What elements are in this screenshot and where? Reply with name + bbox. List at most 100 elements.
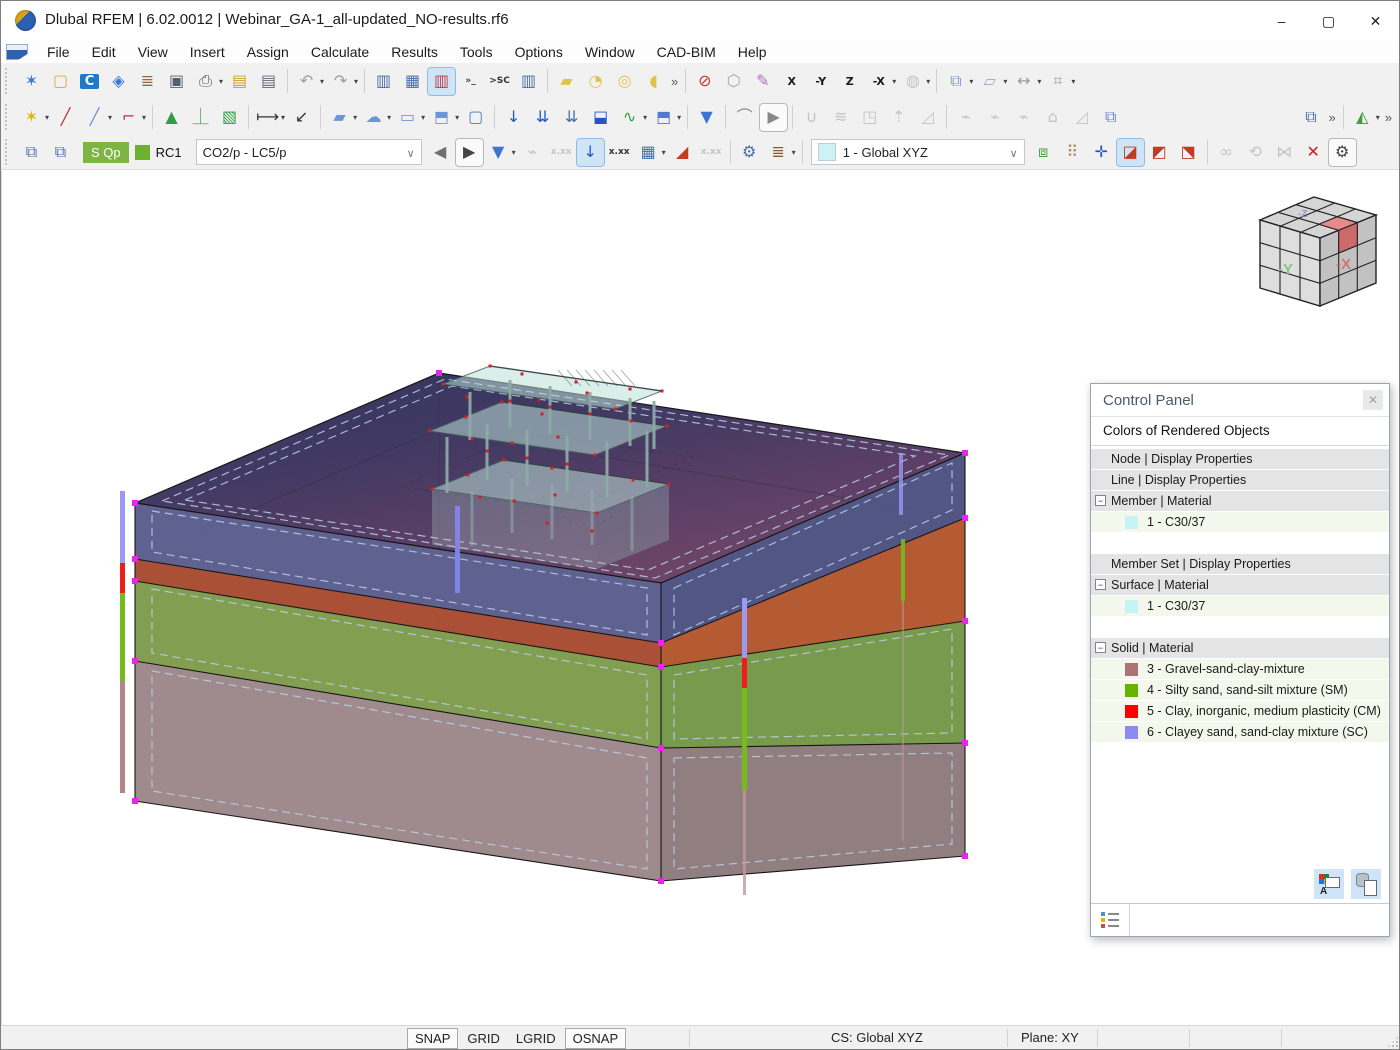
redo-icon[interactable]: ↷ <box>327 68 354 95</box>
minimize-button[interactable]: – <box>1258 1 1305 41</box>
load-case-select[interactable]: CO2/p - LC5/p <box>196 139 422 165</box>
open-file-icon[interactable]: ▢ <box>47 68 74 95</box>
workplane-xy-icon[interactable]: ◪ <box>1117 139 1144 166</box>
select-polygon-icon[interactable]: ▰ <box>553 68 580 95</box>
print-icon[interactable]: ⎙ <box>192 68 219 95</box>
menu-item-assign[interactable]: Assign <box>236 44 300 60</box>
show-loads-icon[interactable]: ↓ <box>577 139 604 166</box>
navigation-cube[interactable]: -Y-X-Z <box>1260 197 1376 306</box>
model-library-icon[interactable]: ◈ <box>105 68 132 95</box>
panel-material-row[interactable]: 6 - Clayey sand, sand-clay mixture (SC) <box>1091 722 1389 742</box>
table-grid-icon[interactable]: ▦ <box>399 68 426 95</box>
new-nurbs-surface-icon[interactable]: ☁ <box>360 104 387 131</box>
toolbar-overflow[interactable]: » <box>1326 110 1339 125</box>
menu-item-insert[interactable]: Insert <box>179 44 236 60</box>
resize-grip[interactable] <box>1388 1037 1398 1047</box>
menu-item-view[interactable]: View <box>127 44 179 60</box>
new-model-icon[interactable]: ✶ <box>18 68 45 95</box>
undo-icon[interactable]: ↶ <box>293 68 320 95</box>
dropdown-arrow[interactable]: ▾ <box>1376 113 1380 122</box>
show-result-values-icon[interactable]: x.xx <box>606 139 633 166</box>
results-diagram-icon[interactable]: ∪ <box>798 104 825 131</box>
animation-icon[interactable]: ▶ <box>760 104 787 131</box>
dropdown-arrow[interactable]: ▾ <box>892 77 896 86</box>
dropdown-arrow[interactable]: ▾ <box>387 113 391 122</box>
dropdown-arrow[interactable]: ▾ <box>792 148 796 157</box>
status-toggle-snap[interactable]: SNAP <box>407 1028 458 1049</box>
work-plane-icon[interactable]: ▱ <box>976 68 1003 95</box>
new-result-window-icon[interactable]: ⧉ <box>1097 104 1124 131</box>
panel-category-row[interactable]: −Member | Material <box>1091 491 1389 511</box>
tile-windows-icon[interactable]: ⧉ <box>47 139 74 166</box>
new-line-support-icon[interactable]: ⏊ <box>187 104 214 131</box>
save-icon[interactable]: ▣ <box>163 68 190 95</box>
collapse-icon[interactable]: − <box>1095 495 1106 506</box>
new-solid-icon[interactable]: ⬒ <box>428 104 455 131</box>
select-circle-icon[interactable]: ◔ <box>582 68 609 95</box>
rotate-view-icon[interactable]: ⟲ <box>1242 139 1269 166</box>
units-settings-icon[interactable]: ≣ <box>765 139 792 166</box>
status-toggle-lgrid[interactable]: LGRID <box>509 1029 563 1048</box>
show-load-values-icon[interactable]: x.xx <box>548 139 575 166</box>
new-solid-load-icon[interactable]: ⬒ <box>650 104 677 131</box>
show-load-distribution-icon[interactable]: ⌁ <box>519 139 546 166</box>
deformation-values-icon[interactable]: x.xx <box>698 139 725 166</box>
isometric-view-icon[interactable]: ⬡ <box>720 68 747 95</box>
panel-material-row[interactable]: 3 - Gravel-sand-clay-mixture <box>1091 659 1389 679</box>
new-surface-icon[interactable]: ▰ <box>326 104 353 131</box>
results-surfaces-icon[interactable]: ≋ <box>827 104 854 131</box>
panel-material-row[interactable]: 1 - C30/37 <box>1091 596 1389 616</box>
deformation-display-icon[interactable]: ◢ <box>669 139 696 166</box>
view-minus-x-icon[interactable]: -X <box>865 68 892 95</box>
block-manager-icon[interactable]: C <box>76 68 103 95</box>
toolbar-overflow[interactable]: » <box>668 74 681 89</box>
filter-loads-icon[interactable]: ▼ <box>693 104 720 131</box>
panel-material-row[interactable]: 5 - Clay, inorganic, medium plasticity (… <box>1091 701 1389 721</box>
status-toggle-osnap[interactable]: OSNAP <box>565 1028 627 1049</box>
view-minus-y-icon[interactable]: -Y <box>807 68 834 95</box>
new-polyline-icon[interactable]: ⌐ <box>115 104 142 131</box>
imposed-deformation-icon[interactable]: ∿ <box>616 104 643 131</box>
new-surface-support-icon[interactable]: ▧ <box>216 104 243 131</box>
view-edit-icon[interactable]: ✎ <box>749 68 776 95</box>
new-line-icon[interactable]: ╱ <box>52 104 79 131</box>
dropdown-arrow[interactable]: ▾ <box>421 113 425 122</box>
dropdown-arrow[interactable]: ▾ <box>969 77 973 86</box>
display-settings-icon[interactable]: ⚙ <box>736 139 763 166</box>
tables-icon[interactable]: ▥ <box>370 68 397 95</box>
toolbar-grip[interactable] <box>5 104 12 130</box>
menu-item-calculate[interactable]: Calculate <box>300 44 380 60</box>
previous-load-case-icon[interactable]: ◀ <box>427 139 454 166</box>
result-beam-diagram-3-icon[interactable]: ⌁ <box>1010 104 1037 131</box>
console-icon[interactable]: »_ <box>457 68 484 95</box>
menu-item-options[interactable]: Options <box>504 44 574 60</box>
results-slope-icon[interactable]: ◿ <box>914 104 941 131</box>
dropdown-arrow[interactable]: ▾ <box>643 113 647 122</box>
dropdown-arrow[interactable]: ▾ <box>219 77 223 86</box>
new-opening-icon[interactable]: ▭ <box>394 104 421 131</box>
object-snap-icon[interactable]: ∞ <box>1213 139 1240 166</box>
menu-item-results[interactable]: Results <box>380 44 449 60</box>
new-line-load-icon[interactable]: ⇊ <box>558 104 585 131</box>
combination-wizard-badge[interactable]: S Qp <box>83 142 129 163</box>
results-deformation-icon[interactable]: ⇡ <box>885 104 912 131</box>
new-dimension-xx-icon[interactable]: ↙ <box>288 104 315 131</box>
new-member-icon[interactable]: ╱ <box>81 104 108 131</box>
panel-category-row[interactable]: Member Set | Display Properties <box>1091 554 1389 574</box>
visual-objects-icon[interactable]: ⧉ <box>942 68 969 95</box>
dropdown-arrow[interactable]: ▾ <box>677 113 681 122</box>
next-load-case-icon[interactable]: ▶ <box>456 139 483 166</box>
workplane-yz-icon[interactable]: ◩ <box>1146 139 1173 166</box>
maximize-button[interactable]: ▢ <box>1305 1 1352 41</box>
panel-settings-icon[interactable]: ⚙ <box>1329 139 1356 166</box>
new-printout-icon[interactable]: ▤ <box>226 68 253 95</box>
panel-display-colors-button[interactable]: A <box>1314 869 1344 899</box>
view-x-icon[interactable]: X <box>778 68 805 95</box>
delete-icon[interactable]: ✕ <box>1300 139 1327 166</box>
dropdown-arrow[interactable]: ▾ <box>1071 77 1075 86</box>
dropdown-arrow[interactable]: ▾ <box>281 113 285 122</box>
table-manager-icon[interactable]: ▥ <box>515 68 542 95</box>
dropdown-arrow[interactable]: ▾ <box>512 148 516 157</box>
new-window-icon[interactable]: ⧉ <box>1298 104 1325 131</box>
dropdown-arrow[interactable]: ▾ <box>662 148 666 157</box>
